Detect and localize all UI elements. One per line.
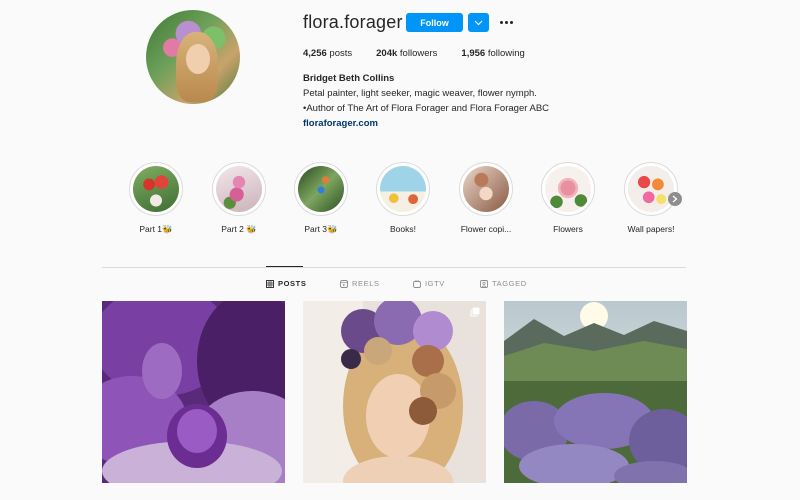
chevron-down-icon: [474, 20, 483, 25]
tab-label: TAGGED: [492, 279, 527, 288]
bio-line: Petal painter, light seeker, magic weave…: [303, 88, 537, 99]
followers-count: 204k: [376, 48, 398, 59]
highlight-ring: [212, 162, 266, 216]
follow-button[interactable]: Follow: [406, 13, 463, 32]
dot: [509, 20, 513, 24]
grid-icon: [266, 279, 274, 288]
posts-label: posts: [326, 48, 353, 59]
following-stat[interactable]: 1,956 following: [461, 48, 524, 59]
active-tab-indicator: [266, 266, 303, 267]
highlight-cover: [133, 166, 179, 212]
more-options-button[interactable]: [497, 14, 515, 30]
tab-label: IGTV: [425, 279, 445, 288]
highlight-cover: [463, 166, 509, 212]
bio-line: •Author of The Art of Flora Forager and …: [303, 103, 550, 114]
highlight-flowers[interactable]: Flowers: [533, 162, 603, 234]
highlight-ring: [541, 162, 595, 216]
profile-full-name: Bridget Beth Collins: [303, 73, 395, 84]
highlight-part-3[interactable]: Part 3🐝: [286, 162, 356, 235]
dot: [504, 20, 508, 24]
tab-tagged[interactable]: TAGGED: [480, 279, 527, 288]
igtv-icon: [413, 279, 421, 288]
highlight-label: Flower copi...: [460, 224, 512, 234]
dot: [499, 20, 503, 24]
highlight-label: Part 3🐝: [304, 224, 338, 234]
tabs-divider: [102, 267, 686, 268]
tab-igtv[interactable]: IGTV: [413, 279, 445, 288]
highlight-cover: [628, 166, 674, 212]
highlights-next-button[interactable]: [668, 192, 682, 206]
profile-stats: 4,256 posts 204k followers 1,956 followi…: [303, 48, 549, 59]
tab-label: POSTS: [278, 279, 307, 288]
following-label: following: [485, 48, 525, 59]
highlight-ring: [376, 162, 430, 216]
highlight-label: Books!: [390, 224, 416, 234]
tab-reels[interactable]: REELS: [340, 279, 380, 288]
highlight-ring: [294, 162, 348, 216]
suggested-dropdown-button[interactable]: [468, 13, 489, 32]
highlight-label: Part 1🐝: [139, 224, 173, 234]
chevron-right-icon: [672, 195, 678, 203]
highlight-label: Flowers: [553, 224, 583, 234]
posts-count: 4,256: [303, 48, 327, 59]
posts-stat: 4,256 posts: [303, 48, 352, 59]
multiple-photos-icon: [470, 307, 480, 317]
highlight-flower-copies[interactable]: Flower copi...: [451, 162, 521, 234]
highlight-part-2[interactable]: Part 2 🐝: [204, 162, 274, 235]
tab-posts[interactable]: POSTS: [266, 279, 306, 288]
post-thumbnail-lupine-field[interactable]: [504, 301, 687, 483]
highlight-books[interactable]: Books!: [368, 162, 438, 234]
post-image: [102, 301, 285, 483]
avatar-face: [186, 44, 210, 74]
highlight-ring: [129, 162, 183, 216]
highlight-part-1[interactable]: Part 1🐝: [121, 162, 191, 235]
highlight-ring: [624, 162, 678, 216]
highlight-cover: [380, 166, 426, 212]
highlight-cover: [216, 166, 262, 212]
highlight-label: Wall papers!: [627, 224, 675, 234]
followers-label: followers: [397, 48, 438, 59]
post-image: [303, 301, 486, 483]
profile-avatar[interactable]: [146, 10, 240, 104]
highlight-cover: [298, 166, 344, 212]
followers-stat[interactable]: 204k followers: [376, 48, 437, 59]
highlight-ring: [459, 162, 513, 216]
reels-icon: [340, 279, 348, 288]
post-image: [504, 301, 687, 483]
highlight-label: Part 2 🐝: [221, 224, 257, 234]
tab-label: REELS: [352, 279, 380, 288]
profile-username: flora.forager: [303, 12, 403, 32]
following-count: 1,956: [461, 48, 486, 59]
post-thumbnail-iris[interactable]: [102, 301, 285, 483]
highlight-cover: [545, 166, 591, 212]
post-thumbnail-flower-crown[interactable]: [303, 301, 486, 483]
website-link[interactable]: floraforager.com: [303, 118, 378, 129]
tagged-icon: [480, 279, 488, 288]
